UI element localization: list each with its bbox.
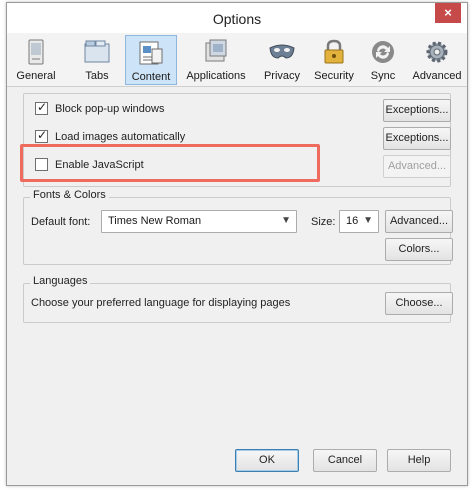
load-images-checkbox[interactable]: ✓	[35, 128, 48, 143]
default-font-select[interactable]: Times New Roman ▼	[101, 210, 297, 233]
javascript-advanced-button[interactable]: Advanced...	[383, 155, 451, 178]
chevron-down-icon: ▼	[363, 215, 373, 226]
popup-exceptions-button[interactable]: Exceptions...	[383, 99, 451, 122]
tab-content[interactable]: Content	[125, 35, 177, 85]
load-images-label: Load images automatically	[55, 131, 186, 143]
window-title: Options	[212, 11, 262, 27]
options-dialog: Options × General Tabs Content Applicati…	[6, 2, 468, 486]
tab-content-label: Content	[131, 71, 171, 83]
tab-applications[interactable]: Applications	[183, 35, 249, 85]
tab-privacy[interactable]: Privacy	[259, 35, 305, 85]
chevron-down-icon: ▼	[281, 215, 291, 226]
title-bar: Options ×	[7, 3, 467, 33]
size-label: Size:	[311, 216, 336, 228]
applications-icon	[205, 39, 227, 62]
tab-sync[interactable]: Sync	[363, 35, 403, 85]
tab-general-label: General	[16, 70, 56, 82]
javascript-highlight-box	[20, 144, 320, 182]
tab-advanced-label: Advanced	[412, 70, 462, 82]
colors-button[interactable]: Colors...	[385, 238, 453, 261]
default-font-label: Default font:	[31, 216, 91, 228]
languages-description: Choose your preferred language for displ…	[31, 297, 291, 309]
tab-sync-label: Sync	[370, 70, 396, 82]
cancel-button[interactable]: Cancel	[313, 449, 377, 472]
tab-tabs-label: Tabs	[85, 70, 109, 82]
font-size-value: 16	[346, 215, 359, 227]
sync-icon	[372, 41, 394, 63]
checkmark-icon: ✓	[37, 128, 48, 142]
choose-language-button[interactable]: Choose...	[385, 292, 453, 315]
default-font-value: Times New Roman	[108, 215, 202, 227]
content-icon	[139, 41, 163, 65]
tab-security-label: Security	[314, 70, 354, 82]
font-size-select[interactable]: 16 ▼	[339, 210, 379, 233]
lock-icon	[324, 39, 344, 64]
help-button[interactable]: Help	[387, 449, 451, 472]
fonts-advanced-button[interactable]: Advanced...	[385, 210, 453, 233]
options-toolbar: General Tabs Content Applications Privac…	[7, 33, 467, 87]
checkmark-icon: ✓	[37, 100, 48, 114]
languages-title: Languages	[30, 275, 91, 287]
tab-advanced[interactable]: Advanced	[409, 35, 465, 85]
block-popups-checkbox[interactable]: ✓	[35, 100, 48, 115]
close-icon[interactable]: ×	[435, 3, 461, 23]
images-exceptions-button[interactable]: Exceptions...	[383, 127, 451, 150]
block-popups-label: Block pop-up windows	[55, 103, 165, 115]
tab-tabs[interactable]: Tabs	[77, 35, 117, 85]
tab-security[interactable]: Security	[311, 35, 357, 85]
privacy-mask-icon	[269, 44, 295, 59]
general-icon	[28, 39, 44, 65]
tab-applications-label: Applications	[186, 70, 246, 82]
gear-icon	[426, 41, 448, 63]
fonts-colors-title: Fonts & Colors	[30, 189, 109, 201]
tab-general[interactable]: General	[13, 35, 59, 85]
ok-button[interactable]: OK	[235, 449, 299, 472]
tabs-icon	[84, 40, 110, 63]
tab-privacy-label: Privacy	[263, 70, 301, 82]
